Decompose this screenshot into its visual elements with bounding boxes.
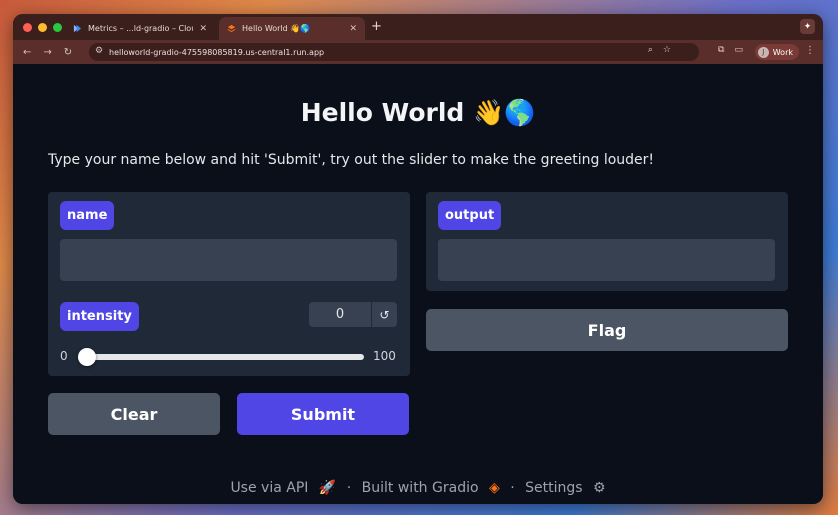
footer-separator: · [346,480,352,496]
close-tab-icon[interactable]: ✕ [199,24,207,34]
gradio-page: Hello World 👋🌎 Type your name below and … [13,64,823,504]
zoom-icon[interactable]: ⌕ [648,45,653,55]
gradio-logo-icon: ◈ [488,480,500,496]
submit-button[interactable]: Submit [237,393,409,435]
gear-icon: ⚙ [593,480,606,496]
toolbar-icons: ⧉ ▭ [718,45,743,55]
close-tab-icon[interactable]: ✕ [349,24,357,34]
nav-buttons: ← → ↻ [23,47,72,58]
built-with-gradio-link[interactable]: Built with Gradio [362,480,479,496]
avatar: J [757,46,769,58]
tab-bar: Metrics – ...ld-gradio – Cloud ✕ Hello W… [13,14,823,40]
window-controls [23,22,62,32]
settings-link[interactable]: Settings [525,480,582,496]
tab-title: Metrics – ...ld-gradio – Cloud [88,24,194,33]
site-info-icon[interactable]: ⚙ [95,46,103,56]
intensity-slider[interactable] [78,348,364,366]
slider-max-label: 100 [373,349,396,363]
output-label: output [438,201,502,230]
slider-min-label: 0 [60,349,68,363]
back-icon[interactable]: ← [23,47,31,58]
name-label: name [60,201,115,230]
intensity-number-input[interactable]: 0 ↺ [309,302,397,327]
maximize-window-button[interactable] [53,22,62,32]
url-field[interactable]: ⚙ helloworld-gradio-475598085819.us-cent… [89,43,699,61]
tab-metrics[interactable]: Metrics – ...ld-gradio – Cloud ✕ [65,17,215,40]
footer: Use via API 🚀 · Built with Gradio ◈ · Se… [13,480,823,496]
minimize-window-button[interactable] [38,22,47,32]
intensity-label: intensity [60,302,139,331]
tab-hello-world[interactable]: Hello World 👋🌎 ✕ [219,17,365,40]
cloud-run-icon [73,24,82,33]
output-panel: output [426,192,788,291]
clear-button[interactable]: Clear [48,393,220,435]
output-textbox [438,239,775,281]
intensity-value: 0 [335,307,345,322]
close-window-button[interactable] [23,22,32,32]
side-panel-icon[interactable]: ▭ [734,45,743,55]
tab-title: Hello World 👋🌎 [242,24,311,33]
page-description: Type your name below and hit 'Submit', t… [48,152,655,168]
use-via-api-link[interactable]: Use via API [230,480,308,496]
forward-icon[interactable]: → [43,47,51,58]
extensions-puzzle-icon[interactable]: ⧉ [718,45,724,55]
url-actions: ⌕ ☆ [648,45,671,55]
profile-button[interactable]: J Work [754,44,799,60]
flag-button[interactable]: Flag [426,309,788,351]
page-title: Hello World 👋🌎 [300,98,536,127]
browser-window: Metrics – ...ld-gradio – Cloud ✕ Hello W… [13,14,823,504]
name-input[interactable] [60,239,397,281]
footer-separator: · [510,480,515,496]
bookmark-star-icon[interactable]: ☆ [663,45,671,55]
address-bar: ← → ↻ ⚙ helloworld-gradio-475598085819.u… [13,40,823,64]
more-menu-icon[interactable]: ⋮ [805,45,815,56]
profile-label: Work [772,47,793,57]
reload-icon[interactable]: ↻ [64,47,72,58]
slider-thumb[interactable] [78,348,96,366]
gradio-favicon-icon [227,24,236,33]
reset-icon[interactable]: ↺ [371,302,397,327]
extension-icon[interactable]: ✦ [800,19,815,34]
input-panel: name intensity 0 ↺ 0 100 [48,192,410,376]
rocket-icon: 🚀 [318,480,337,496]
url-text: helloworld-gradio-475598085819.us-centra… [109,47,325,57]
new-tab-icon[interactable]: + [371,19,382,34]
